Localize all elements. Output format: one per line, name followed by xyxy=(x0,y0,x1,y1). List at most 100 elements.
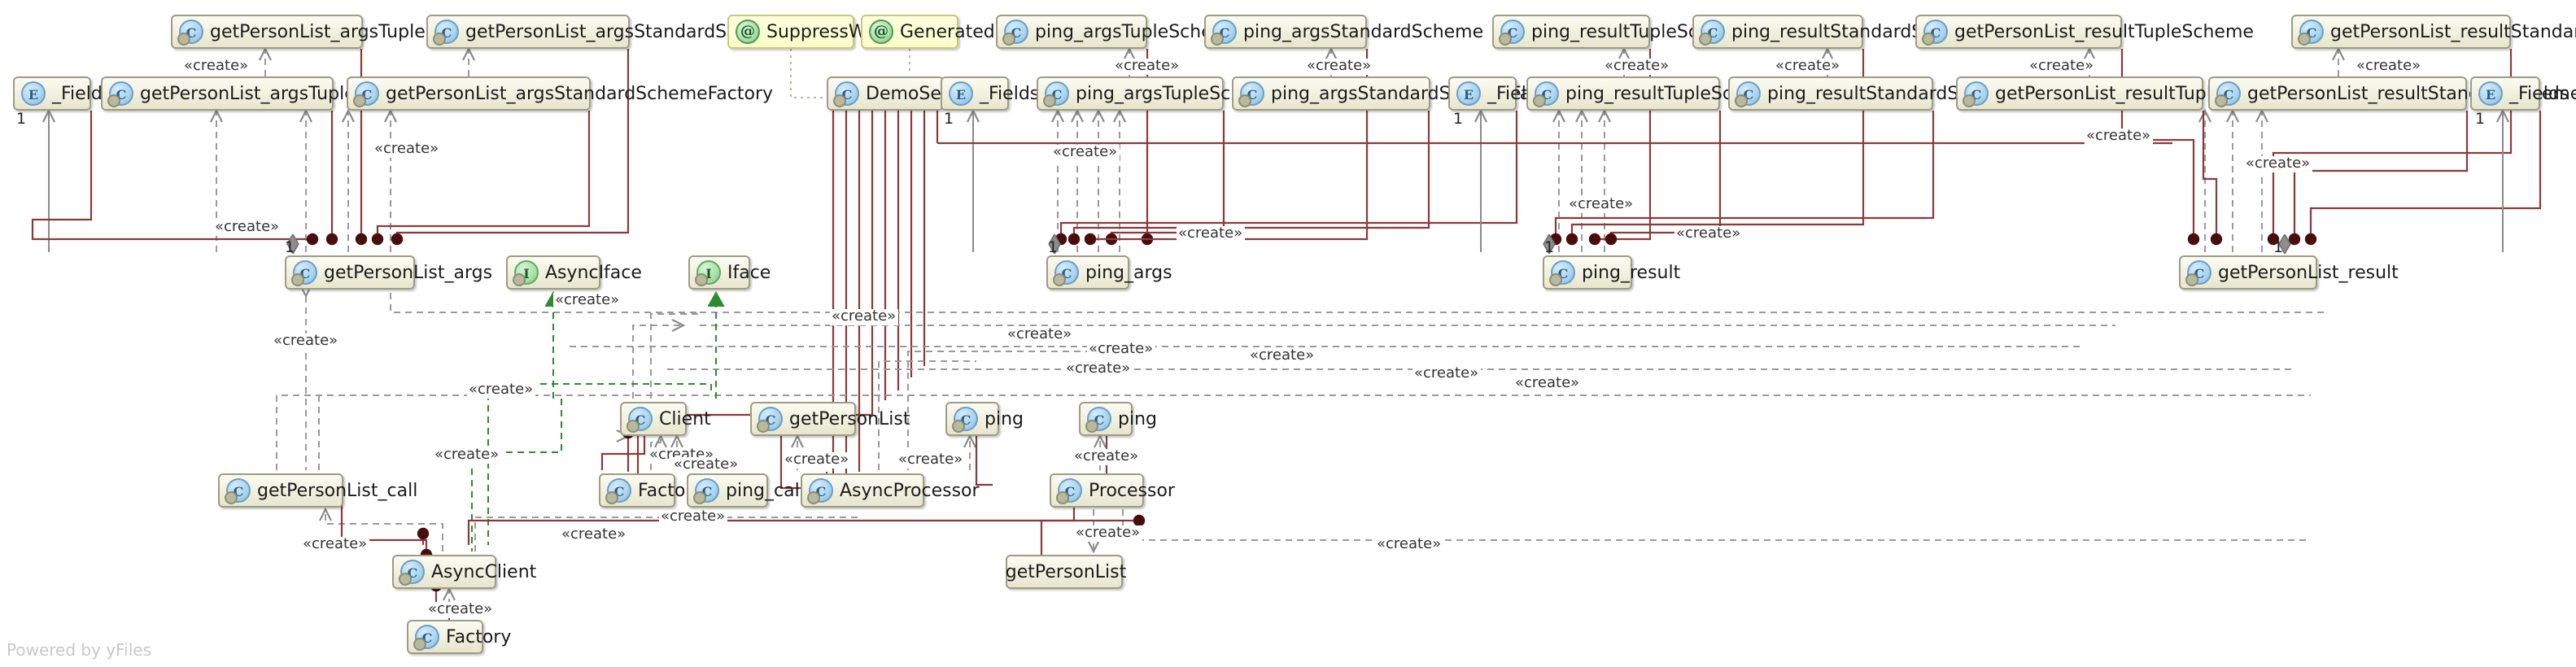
uml-node-iface[interactable]: I Iface xyxy=(688,255,771,290)
uml-node-gpl_res_std[interactable]: CgetPersonList_resultStandardScheme xyxy=(2291,15,2576,49)
uml-node-label: getPersonList_call xyxy=(257,480,418,501)
uml-node-gpl_res_std_f[interactable]: CgetPersonList_resultStandardSchemeFacto… xyxy=(2208,76,2576,111)
uml-node-gpl_args_tuple_f[interactable]: CgetPersonList_argsTupleSchemeFactory xyxy=(101,76,493,111)
edge-label-create: «create» xyxy=(897,452,965,469)
uml-node-processor[interactable]: C Processor xyxy=(1050,473,1175,508)
uml-node-gpl_args_std_f[interactable]: CgetPersonList_argsStandardSchemeFactory xyxy=(347,76,773,111)
uml-node-fields_r[interactable]: E _Fields xyxy=(2470,76,2569,111)
uml-node-client[interactable]: C Client xyxy=(620,402,711,436)
edge-multiplicity: 1 xyxy=(16,111,27,129)
uml-node-ping_res_std_f[interactable]: Cping_resultStandardSchemeFactory xyxy=(1728,76,2085,111)
edge-label-create: «create» xyxy=(1064,361,1133,377)
uml-node-ping_res_std[interactable]: Cping_resultStandardScheme xyxy=(1692,15,1984,49)
uml-node-label: getPersonList_resultStandardScheme xyxy=(2330,21,2576,42)
uml-node-factory_a[interactable]: C Factory xyxy=(407,620,511,654)
edge-multiplicity: 1 xyxy=(1453,111,1464,129)
uml-node-ping_args[interactable]: Cping_args xyxy=(1046,255,1172,290)
uml-node-ping_call[interactable]: Cping_call xyxy=(687,473,805,508)
uml-node-label: ping_call xyxy=(726,480,805,501)
edge-multiplicity: 1 xyxy=(2475,111,2486,129)
uml-node-ping_args_tuple[interactable]: Cping_argsTupleScheme xyxy=(996,15,1241,49)
class-icon: C xyxy=(433,20,459,46)
uml-node-asyncprocessor[interactable]: C AsyncProcessor xyxy=(801,473,980,508)
uml-node-ping_i2[interactable]: Cping xyxy=(1079,402,1157,436)
edge-label-create: «create» xyxy=(2355,59,2423,75)
edge-label-create: «create» xyxy=(2028,59,2096,75)
uml-node-label: Factory xyxy=(446,626,512,647)
class-icon: C xyxy=(1963,81,1989,107)
edge-label-create: «create» xyxy=(1412,366,1481,382)
uml-node-ping_args_tuple_f[interactable]: Cping_argsTupleSchemeFactory xyxy=(1037,76,1347,111)
edge-label-create: «create» xyxy=(1087,342,1155,358)
class-icon: C xyxy=(693,478,719,504)
uml-node-asynciface[interactable]: I AsyncIface xyxy=(506,255,642,290)
edge-label-create: «create» xyxy=(830,309,898,325)
uml-node-ping_res_tuple_f[interactable]: Cping_resultTupleSchemeFactory xyxy=(1526,76,1849,111)
uml-node-label: getPersonList_args xyxy=(324,262,493,283)
class-icon: C xyxy=(225,478,251,504)
uml-node-label: ping xyxy=(985,408,1024,429)
uml-node-fields_c1[interactable]: E _Fields xyxy=(941,76,1039,111)
class-icon: C xyxy=(1922,20,1948,46)
uml-node-label: getPersonList xyxy=(1005,561,1127,582)
class-icon: C xyxy=(2215,81,2241,107)
uml-node-gpl_result[interactable]: CgetPersonList_result xyxy=(2179,255,2399,290)
class-icon: C xyxy=(177,20,203,46)
class-icon: C xyxy=(1053,260,1079,286)
uml-node-gpl_call[interactable]: CgetPersonList_call xyxy=(218,473,417,508)
uml-node-ping_i1[interactable]: Cping xyxy=(945,402,1024,436)
class-icon: C xyxy=(1211,20,1237,46)
uml-diagram-canvas: E _Fields CgetPersonList_argsTupleScheme Cg… xyxy=(0,0,2576,667)
enum-icon: E xyxy=(1456,81,1481,106)
uml-node-factory_c[interactable]: C Factory xyxy=(599,473,703,508)
class-icon: C xyxy=(1699,20,1725,46)
uml-node-gpl_res_tuple_f[interactable]: CgetPersonList_resultTupleSchemeFactory xyxy=(1956,76,2360,111)
class-icon: C xyxy=(605,478,631,504)
uml-node-ping_res_tuple[interactable]: Cping_resultTupleScheme xyxy=(1492,15,1749,49)
class-icon: C xyxy=(1499,20,1525,46)
enum-icon: E xyxy=(949,81,973,106)
uml-node-ping_args_std_f[interactable]: Cping_argsStandardSchemeFactory xyxy=(1232,76,1577,111)
uml-node-asyncclient[interactable]: C AsyncClient xyxy=(392,555,536,589)
class-icon: C xyxy=(1043,81,1069,107)
uml-node-label: Generated xyxy=(900,21,995,42)
class-icon: C xyxy=(399,560,425,586)
class-icon: C xyxy=(1002,20,1028,46)
uml-node-suppress[interactable]: @ SuppressWarnings xyxy=(727,15,932,49)
edge-label-create: «create» xyxy=(467,382,535,399)
uml-node-gpl_args[interactable]: CgetPersonList_args xyxy=(285,255,492,290)
interface-icon: I xyxy=(695,260,721,286)
uml-node-label: Processor xyxy=(1089,480,1175,501)
edge-label-create: «create» xyxy=(1051,145,1120,161)
uml-node-label: _Fields xyxy=(2509,83,2569,104)
uml-node-demoservice[interactable]: C DemoService xyxy=(827,76,985,111)
edge-label-create: «create» xyxy=(1674,226,1743,242)
class-icon: C xyxy=(1085,407,1111,433)
uml-node-label: getPersonList xyxy=(789,408,910,429)
uml-node-label: AsyncIface xyxy=(545,262,642,283)
edge-label-create: «create» xyxy=(433,447,501,464)
edge-label-create: «create» xyxy=(1006,327,1074,343)
uml-node-gpl_args_tuple[interactable]: CgetPersonList_argsTupleScheme xyxy=(171,15,497,49)
uml-node-fields_l[interactable]: E _Fields xyxy=(13,76,111,111)
edge-multiplicity: 1 xyxy=(1544,239,1555,257)
edge-label-create: «create» xyxy=(1567,197,1635,213)
edge-label-create: «create» xyxy=(1248,348,1316,364)
class-icon: C xyxy=(952,407,978,433)
uml-node-ping_result[interactable]: Cping_result xyxy=(1543,255,1680,290)
uml-node-generated[interactable]: @ Generated xyxy=(861,15,995,49)
edge-label-create: «create» xyxy=(560,527,628,543)
class-icon: C xyxy=(1533,81,1559,107)
uml-node-label: AsyncProcessor xyxy=(840,480,980,501)
uml-node-label: getPersonList_argsStandardSchemeFactory xyxy=(386,83,774,104)
class-icon: C xyxy=(2298,20,2324,46)
uml-node-getpersonlist_i[interactable]: CgetPersonList xyxy=(750,402,910,436)
class-icon: C xyxy=(353,81,379,107)
class-icon: C xyxy=(2185,260,2211,286)
uml-node-gpl_args_std[interactable]: CgetPersonList_argsStandardScheme xyxy=(426,15,788,49)
uml-node-getpersonlist_b[interactable]: getPersonList xyxy=(1006,555,1126,589)
uml-node-ping_args_std[interactable]: Cping_argsStandardScheme xyxy=(1204,15,1483,49)
uml-node-gpl_res_tuple[interactable]: CgetPersonList_resultTupleScheme xyxy=(1915,15,2254,49)
uml-node-label: _Fields xyxy=(980,83,1040,104)
uml-node-fields_c2[interactable]: E _Fields xyxy=(1448,76,1547,111)
